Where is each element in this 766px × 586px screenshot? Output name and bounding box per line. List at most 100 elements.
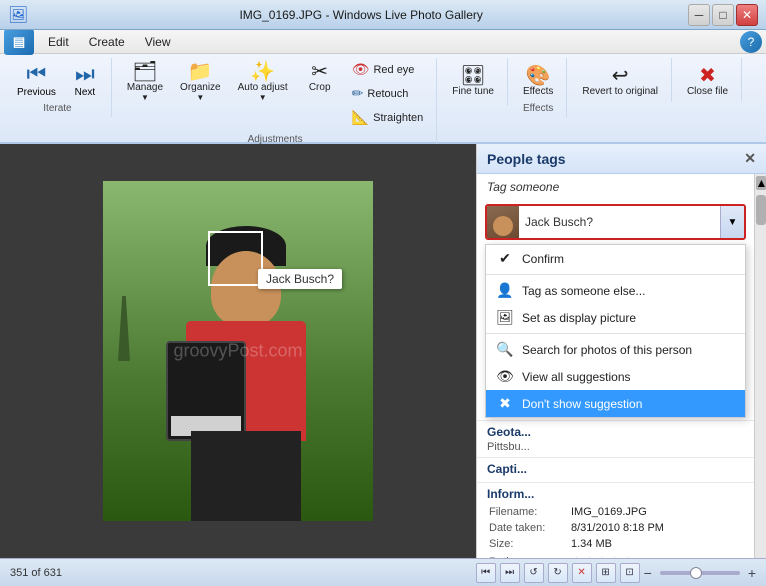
effects-label: Effects (523, 103, 553, 117)
close-panel-button[interactable]: ✕ (744, 150, 756, 167)
fine-tune-icon: 🎛 (460, 66, 485, 86)
effects-button[interactable]: 🎨 Effects (516, 62, 560, 101)
window-title: IMG_0169.JPG - Windows Live Photo Galler… (34, 8, 688, 22)
close-file-icon: ✖ (699, 66, 716, 86)
table-row: Filename: IMG_0169.JPG (489, 505, 742, 519)
pants (191, 431, 301, 521)
rating-value: ☆☆☆☆☆ (571, 553, 742, 558)
panel-scrollbar[interactable]: ▲ (754, 174, 766, 558)
person-name-input[interactable] (519, 211, 720, 233)
rating-stars[interactable]: ☆☆☆☆☆ (571, 554, 634, 558)
menu-view[interactable]: View (135, 32, 181, 52)
menu-bar: ▤ Edit Create View ? (0, 30, 766, 54)
table-row: Size: 1.34 MB (489, 537, 742, 551)
info-table: Filename: IMG_0169.JPG Date taken: 8/31/… (487, 503, 744, 558)
delete-button[interactable]: ✕ (572, 563, 592, 583)
previous-button[interactable]: ⏮ Previous (10, 58, 63, 101)
scroll-up-arrow[interactable]: ▲ (756, 176, 766, 190)
red-eye-icon: 👁 (352, 61, 370, 78)
ribbon-group-close: ✖ Close file (674, 58, 742, 101)
title-bar: 🖼 IMG_0169.JPG - Windows Live Photo Gall… (0, 0, 766, 30)
next-icon: ⏭ (75, 61, 95, 87)
search-photos-icon: 🔍 (496, 341, 514, 358)
straighten-button[interactable]: 📐 Straighten (345, 106, 431, 129)
view-suggestions-icon: 👁 (496, 368, 514, 385)
close-window-button[interactable]: ✕ (736, 4, 758, 26)
prev-photo-button[interactable]: ⏭ (500, 563, 520, 583)
dropdown-divider-1 (486, 274, 745, 275)
zoom-plus-label[interactable]: + (748, 565, 756, 581)
organize-icon: 📁 (188, 62, 213, 82)
help-button[interactable]: ? (740, 31, 762, 53)
red-eye-button[interactable]: 👁 Red eye (345, 58, 431, 81)
manage-icon: 🗂 (132, 62, 157, 82)
app-orb-button[interactable]: ▤ (4, 29, 34, 55)
maximize-button[interactable]: □ (712, 4, 734, 26)
revert-button[interactable]: ↩ Revert to original (575, 62, 665, 102)
scroll-thumb[interactable] (756, 195, 766, 225)
auto-adjust-icon: ✨ (250, 62, 275, 82)
rotate-left-button[interactable]: ↺ (524, 563, 544, 583)
dont-show-icon: ✖ (496, 395, 514, 412)
set-display-icon: 🖼 (496, 309, 514, 326)
info-section: Inform... Filename: IMG_0169.JPG Date ta… (477, 482, 754, 558)
size-label: Size: (489, 537, 569, 551)
retouch-button[interactable]: ✏ Retouch (345, 82, 431, 105)
close-file-button[interactable]: ✖ Close file (680, 62, 735, 101)
window-controls: ─ □ ✕ (688, 4, 758, 26)
crop-icon: ✂ (311, 62, 328, 82)
face-detection-box (208, 231, 263, 286)
info-title: Inform... (487, 487, 744, 501)
tag-as-icon: 👤 (496, 282, 514, 299)
photo-name-tag: Jack Busch? (258, 269, 342, 289)
filename-label: Filename: (489, 505, 569, 519)
small-fix-group: 👁 Red eye ✏ Retouch 📐 Straighten (345, 58, 431, 129)
confirm-icon: ✔ (496, 250, 514, 267)
fix-buttons-row: 🗂 Manage ▼ 📁 Organize ▼ ✨ Auto adjust ▼ … (120, 58, 430, 129)
minimize-button[interactable]: ─ (688, 4, 710, 26)
confirm-menu-item[interactable]: ✔ Confirm (486, 245, 745, 272)
tag-someone-label: Tag someone (477, 174, 754, 200)
menu-edit[interactable]: Edit (38, 32, 79, 52)
organize-button[interactable]: 📁 Organize ▼ (173, 58, 228, 106)
geotag-section: Geota... Pittsbu... (477, 420, 754, 457)
zoom-minus-label[interactable]: − (644, 565, 652, 581)
zoom-thumb[interactable] (690, 567, 702, 579)
geotag-title: Geota... (487, 425, 744, 439)
zoom-slider[interactable] (660, 571, 740, 575)
retouch-icon: ✏ (352, 85, 364, 102)
panel-content-wrapper: Tag someone ▼ ✔ Con (477, 174, 766, 558)
search-photos-menu-item[interactable]: 🔍 Search for photos of this person (486, 336, 745, 363)
manage-button[interactable]: 🗂 Manage ▼ (120, 58, 170, 106)
panel-content: Tag someone ▼ ✔ Con (477, 174, 754, 558)
tag-as-menu-item[interactable]: 👤 Tag as someone else... (486, 277, 745, 304)
effects-icon: 🎨 (526, 66, 551, 86)
view-mode-button[interactable]: ⊡ (620, 563, 640, 583)
ribbon-group-iterate: ⏮ Previous ⏭ Next Iterate (4, 58, 112, 117)
first-photo-button[interactable]: ⏮ (476, 563, 496, 583)
ribbon-group-finetune: 🎛 Fine tune (439, 58, 508, 106)
photo-container: Jack Busch? groovyPost.com (103, 181, 373, 521)
person-dropdown-button[interactable]: ▼ (720, 206, 744, 238)
auto-adjust-button[interactable]: ✨ Auto adjust ▼ (231, 58, 295, 106)
dont-show-menu-item[interactable]: ✖ Don't show suggestion (486, 390, 745, 417)
rotate-right-button[interactable]: ↻ (548, 563, 568, 583)
right-panel: People tags ✕ Tag someone ▼ (476, 144, 766, 558)
ribbon: ⏮ Previous ⏭ Next Iterate 🗂 Manage ▼ 📁 O… (0, 54, 766, 144)
people-tags-header: People tags ✕ (477, 144, 766, 174)
iterate-buttons: ⏮ Previous ⏭ Next (10, 58, 105, 101)
straighten-icon: 📐 (352, 109, 369, 126)
compare-button[interactable]: ⊞ (596, 563, 616, 583)
caption-title: Capti... (487, 462, 744, 476)
caption-section: Capti... (477, 457, 754, 482)
next-button[interactable]: ⏭ Next (65, 58, 105, 101)
view-suggestions-menu-item[interactable]: 👁 View all suggestions (486, 363, 745, 390)
fine-tune-button[interactable]: 🎛 Fine tune (445, 62, 501, 101)
main-content: Jack Busch? groovyPost.com People tags ✕… (0, 144, 766, 558)
table-row: Date taken: 8/31/2010 8:18 PM (489, 521, 742, 535)
revert-icon: ↩ (612, 66, 629, 86)
menu-create[interactable]: Create (79, 32, 135, 52)
crop-button[interactable]: ✂ Crop (298, 58, 342, 97)
set-display-menu-item[interactable]: 🖼 Set as display picture (486, 304, 745, 331)
status-controls: ⏮ ⏭ ↺ ↻ ✕ ⊞ ⊡ − + (476, 563, 756, 583)
